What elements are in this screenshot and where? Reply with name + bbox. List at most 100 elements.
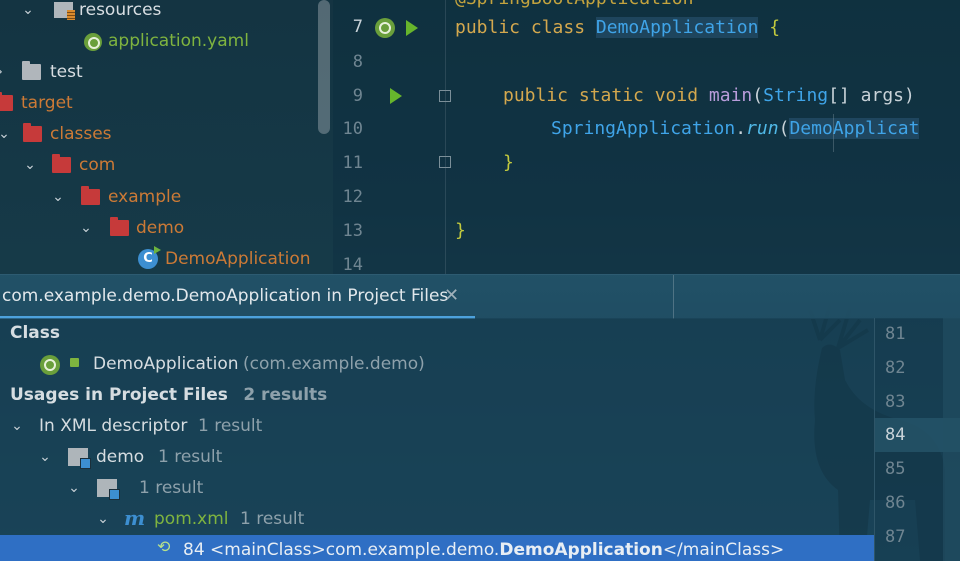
result-class-package: (com.example.demo) [243,354,425,374]
tree-node-test[interactable]: › test [0,59,318,85]
tree-node-application-yaml[interactable]: application.yaml [0,28,318,54]
code-method-name: main [708,85,753,106]
chevron-down-icon[interactable]: ⌄ [37,442,53,473]
line-number: 8 [352,52,363,72]
tree-node-resources[interactable]: ⌄ resources [0,0,318,23]
group-label: In XML descriptor [39,416,188,436]
chevron-down-icon[interactable]: ⌄ [20,0,36,23]
tree-node-label: application.yaml [108,31,249,51]
code-class-name: DemoApplication [595,17,759,38]
tree-node-label: classes [50,124,112,144]
selected-usage-row[interactable]: ⟲ 84 <mainClass>com.example.demo.DemoApp… [0,535,874,561]
tree-node-com[interactable]: ⌄ com [0,152,318,178]
spring-bean-gutter-icon[interactable] [375,18,395,38]
results-section-usages: Usages in Project Files 2 results [10,380,327,411]
code-brace: } [503,152,514,173]
preview-line-number: 82 [885,358,906,378]
editor-gutter: 7 8 9 10 11 12 13 14 [333,0,451,274]
tree-node-example[interactable]: ⌄ example [0,184,318,210]
preview-line-number: 81 [885,324,906,344]
chevron-down-icon[interactable]: ⌄ [66,473,82,504]
usages-header: Usages in Project Files [10,385,228,405]
find-results-tab[interactable]: com.example.demo.DemoApplication in Proj… [0,275,475,319]
lock-icon [70,358,79,367]
run-class-icon[interactable] [406,20,418,36]
tree-node-label: target [21,93,73,113]
tree-node-label: test [50,62,83,82]
tree-node-label: DemoApplication [165,249,311,269]
usage-text: 84 <mainClass>com.example.demo.DemoAppli… [183,535,784,561]
close-icon[interactable]: ✕ [444,285,459,306]
tree-node-target[interactable]: target [0,90,318,116]
excluded-folder-icon [81,186,100,205]
group-count: 1 result [158,447,223,467]
chevron-right-icon[interactable]: › [0,59,8,85]
result-group-directory[interactable]: ⌄ 1 result [0,473,874,504]
tree-node-label: resources [79,0,162,20]
excluded-folder-icon [52,154,71,173]
tree-node-label: demo [136,218,185,238]
project-tree-panel: ⌄ resources application.yaml › test targ… [0,0,333,274]
chevron-down-icon[interactable]: ⌄ [50,184,66,210]
tree-node-classes[interactable]: ⌄ classes [0,121,318,147]
result-class-node[interactable]: DemoApplication (com.example.demo) [0,349,874,380]
spring-config-file-icon [84,33,102,51]
line-number: 14 [342,255,363,274]
group-label: pom.xml [154,509,229,529]
chevron-down-icon[interactable]: ⌄ [78,215,94,241]
resources-folder-icon [54,2,75,20]
find-tool-window-tabbar: com.example.demo.DemoApplication in Proj… [0,274,960,319]
code-annotation: @SpringBootApplication [455,0,693,9]
preview-line-number: 84 [885,425,906,445]
line-number: 7 [352,17,363,37]
usages-count: 2 results [243,385,328,405]
chevron-down-icon[interactable]: ⌄ [0,121,12,147]
spring-class-icon [40,355,60,375]
code-line-13: } [455,220,466,241]
usage-match: DemoApplication [499,540,663,560]
preview-scrollbar[interactable] [943,318,960,561]
maven-file-icon: m [124,506,146,530]
preview-line-number: 87 [885,527,906,547]
code-keyword: public class [455,17,596,38]
code-brace: { [758,17,781,38]
run-main-icon[interactable] [390,88,402,104]
tree-node-demoapplication[interactable]: C DemoApplication [0,246,318,272]
result-group-pom-xml[interactable]: ⌄ m pom.xml 1 result [0,504,874,535]
find-tab-label: com.example.demo.DemoApplication in Proj… [2,286,449,306]
code-method-call: run [746,118,779,139]
code-keyword: public static void [503,85,709,106]
code-paren: ( [752,85,764,106]
chevron-down-icon[interactable]: ⌄ [9,411,25,442]
indent-guide [833,114,834,152]
line-number: 12 [342,187,363,207]
preview-line-number: 83 [885,392,906,412]
excluded-folder-icon [0,92,13,111]
excluded-folder-icon [23,123,42,142]
chevron-down-icon[interactable]: ⌄ [95,504,111,535]
code-line-7: public class DemoApplication { [455,17,780,38]
result-class-name: DemoApplication [93,354,239,374]
gutter-divider [445,0,446,274]
group-label: demo [96,447,145,467]
code-line-11: } [503,152,514,173]
code-line-9: public static void main(String[] args) [503,85,915,106]
code-dot: . [735,118,747,139]
result-group-demo-module[interactable]: ⌄ demo 1 result [0,442,874,473]
tree-scrollbar[interactable] [318,0,330,134]
usage-suffix: </mainClass> [662,540,785,560]
preview-line-number: 85 [885,459,906,479]
tree-node-demo[interactable]: ⌄ demo [0,215,318,241]
chevron-down-icon[interactable]: ⌄ [22,152,38,178]
tab-divider [673,275,674,319]
find-results-tree[interactable]: Class DemoApplication (com.example.demo)… [0,318,874,561]
usage-prefix: <mainClass>com.example.demo. [210,540,500,560]
group-count: 1 result [198,416,263,436]
excluded-folder-icon [110,217,129,236]
folder-icon [22,61,41,80]
result-group-xml-descriptor[interactable]: ⌄ In XML descriptor 1 result [0,411,874,442]
code-editor[interactable]: 7 8 9 10 11 12 13 14 @SpringBootApplicat… [333,0,960,274]
code-params: [] args) [828,85,915,106]
usage-preview-pane[interactable]: 81 82 83 84 85 86 87 [874,318,960,561]
code-paren: ( [778,118,790,139]
